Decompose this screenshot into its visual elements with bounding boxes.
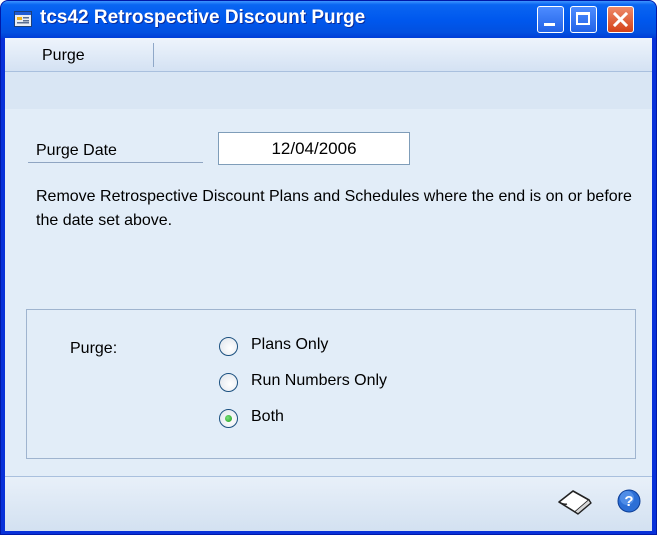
help-icon[interactable]: ?: [617, 489, 641, 513]
svg-text:?: ?: [624, 493, 633, 510]
minimize-icon: [544, 23, 555, 26]
purge-group-label: Purge:: [70, 340, 118, 357]
purge-date-label: Purge Date: [36, 142, 117, 159]
purge-options-group: Purge: Plans Only Run Numbers Only Both: [26, 309, 636, 459]
radio-label[interactable]: Plans Only: [251, 336, 328, 354]
window-client-area: Purge Purge Date 12/04/2006 Remove Retro…: [5, 38, 652, 531]
close-icon: [612, 11, 629, 28]
window-title: tcs42 Retrospective Discount Purge: [40, 7, 366, 28]
radio-run-numbers-only[interactable]: Run Numbers Only: [219, 371, 519, 395]
maximize-icon: [576, 12, 590, 25]
radio-both[interactable]: Both: [219, 407, 519, 431]
status-bar: ?: [5, 476, 652, 531]
form-content: Purge Date 12/04/2006 Remove Retrospecti…: [5, 109, 652, 476]
radio-label[interactable]: Run Numbers Only: [251, 372, 387, 390]
menu-separator: [153, 43, 154, 67]
minimize-button[interactable]: [537, 6, 564, 33]
radio-label[interactable]: Both: [251, 408, 284, 426]
radio-plans-only[interactable]: Plans Only: [219, 335, 519, 359]
radio-button-selected[interactable]: [219, 409, 238, 428]
app-window: tcs42 Retrospective Discount Purge Purge…: [0, 0, 657, 535]
radio-button[interactable]: [219, 337, 238, 356]
app-window-icon: [14, 11, 32, 27]
close-button[interactable]: [607, 6, 634, 33]
purge-date-label-box: Purge Date: [28, 137, 203, 163]
maximize-button[interactable]: [570, 6, 597, 33]
radio-button[interactable]: [219, 373, 238, 392]
title-bar[interactable]: tcs42 Retrospective Discount Purge: [1, 1, 656, 38]
note-icon[interactable]: [556, 488, 592, 516]
purge-date-field[interactable]: 12/04/2006: [218, 132, 410, 165]
radio-selected-dot: [225, 415, 232, 422]
menu-bar: Purge: [5, 38, 652, 72]
menu-item-purge[interactable]: Purge: [42, 47, 85, 65]
purge-description: Remove Retrospective Discount Plans and …: [36, 188, 632, 229]
